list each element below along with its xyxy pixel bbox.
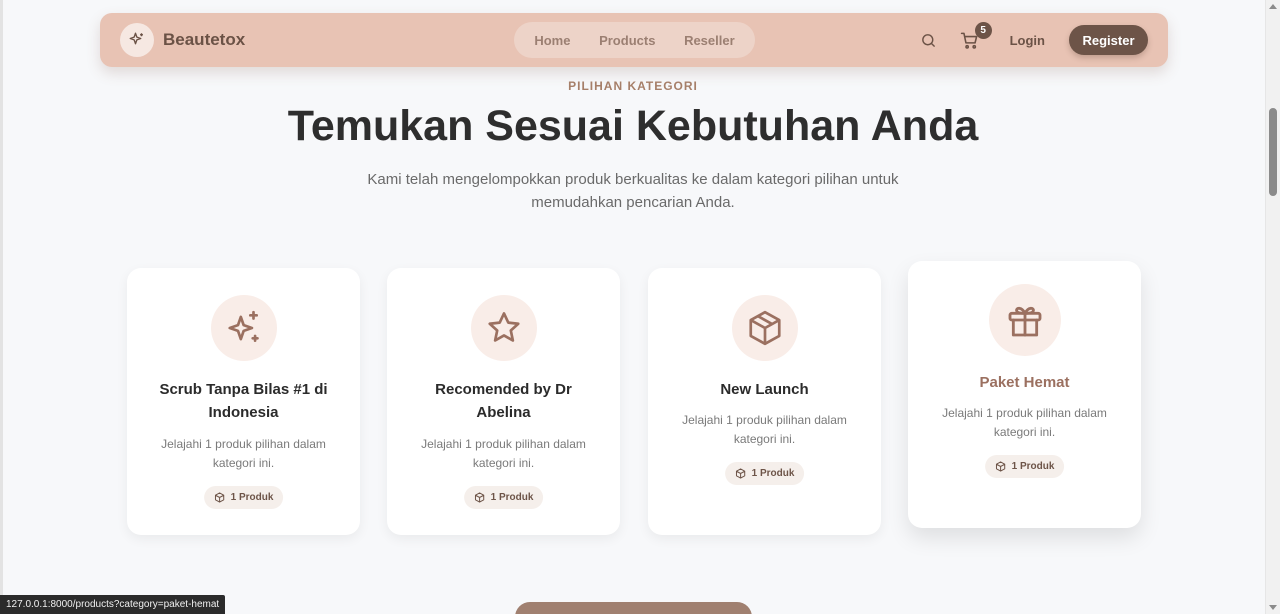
box-icon <box>731 295 798 361</box>
box-icon <box>474 492 484 503</box>
section-eyebrow: PILIHAN KATEGORI <box>568 79 698 93</box>
sparkles-icon <box>120 23 154 57</box>
product-count: 1 Produk <box>490 492 534 503</box>
scroll-down-icon[interactable] <box>1269 605 1277 610</box>
category-title: Paket Hemat <box>979 374 1070 391</box>
category-title: Scrub Tanpa Bilas #1 di Indonesia <box>159 381 328 421</box>
cart-count-badge: 5 <box>974 22 992 39</box>
category-description: Jelajahi 1 produk pilihan dalam kategori… <box>682 413 847 446</box>
section-subtitle: Kami telah mengelompokkan produk berkual… <box>367 171 899 211</box>
sparkles-icon <box>210 295 277 361</box>
product-count: 1 Produk <box>230 492 274 503</box>
section-title: Temukan Sesuai Kebutuhan Anda <box>287 102 979 150</box>
box-icon <box>214 492 224 503</box>
product-count-chip: 1 Produk <box>724 462 805 485</box>
product-count-chip: 1 Produk <box>463 486 544 509</box>
cart-button[interactable]: 5 <box>958 22 992 52</box>
star-icon <box>470 295 537 361</box>
product-count-chip: 1 Produk <box>203 486 284 509</box>
product-count: 1 Produk <box>751 468 795 479</box>
search-icon[interactable] <box>917 28 941 52</box>
view-all-button[interactable] <box>515 602 752 614</box>
nav-link-products[interactable]: Products <box>599 33 655 48</box>
product-count: 1 Produk <box>1011 461 1055 472</box>
login-link[interactable]: Login <box>1010 33 1045 48</box>
category-card-paket-hemat[interactable]: Paket Hemat Jelajahi 1 produk pilihan da… <box>908 261 1141 528</box>
nav-actions: 5 Login Register <box>917 22 1148 55</box>
category-description: Jelajahi 1 produk pilihan dalam kategori… <box>161 437 326 470</box>
gift-icon <box>988 284 1061 356</box>
link-status-url: 127.0.0.1:8000/products?category=paket-h… <box>0 595 226 614</box>
register-button[interactable]: Register <box>1069 25 1148 55</box>
page-scrollbar[interactable] <box>1265 0 1280 614</box>
category-card-new-launch[interactable]: New Launch Jelajahi 1 produk pilihan dal… <box>648 268 881 535</box>
category-title: New Launch <box>720 381 809 398</box>
nav-link-reseller[interactable]: Reseller <box>684 33 735 48</box>
category-description: Jelajahi 1 produk pilihan dalam kategori… <box>942 406 1107 439</box>
category-card-scrub[interactable]: Scrub Tanpa Bilas #1 di Indonesia Jelaja… <box>127 268 360 535</box>
category-description: Jelajahi 1 produk pilihan dalam kategori… <box>421 437 586 470</box>
main-nav: Home Products Reseller <box>514 22 755 58</box>
brand-name: Beautetox <box>163 30 246 49</box>
product-count-chip: 1 Produk <box>984 455 1065 478</box>
box-icon <box>995 461 1005 472</box>
box-icon <box>735 468 745 479</box>
category-title: Recomended by Dr Abelina <box>435 381 572 421</box>
navbar: Beautetox Home Products Reseller 5 Login… <box>100 13 1168 67</box>
category-card-recomended[interactable]: Recomended by Dr Abelina Jelajahi 1 prod… <box>387 268 620 535</box>
scroll-up-icon[interactable] <box>1269 4 1277 9</box>
nav-link-home[interactable]: Home <box>534 33 570 48</box>
brand[interactable]: Beautetox <box>120 23 245 57</box>
scroll-thumb[interactable] <box>1269 108 1277 196</box>
